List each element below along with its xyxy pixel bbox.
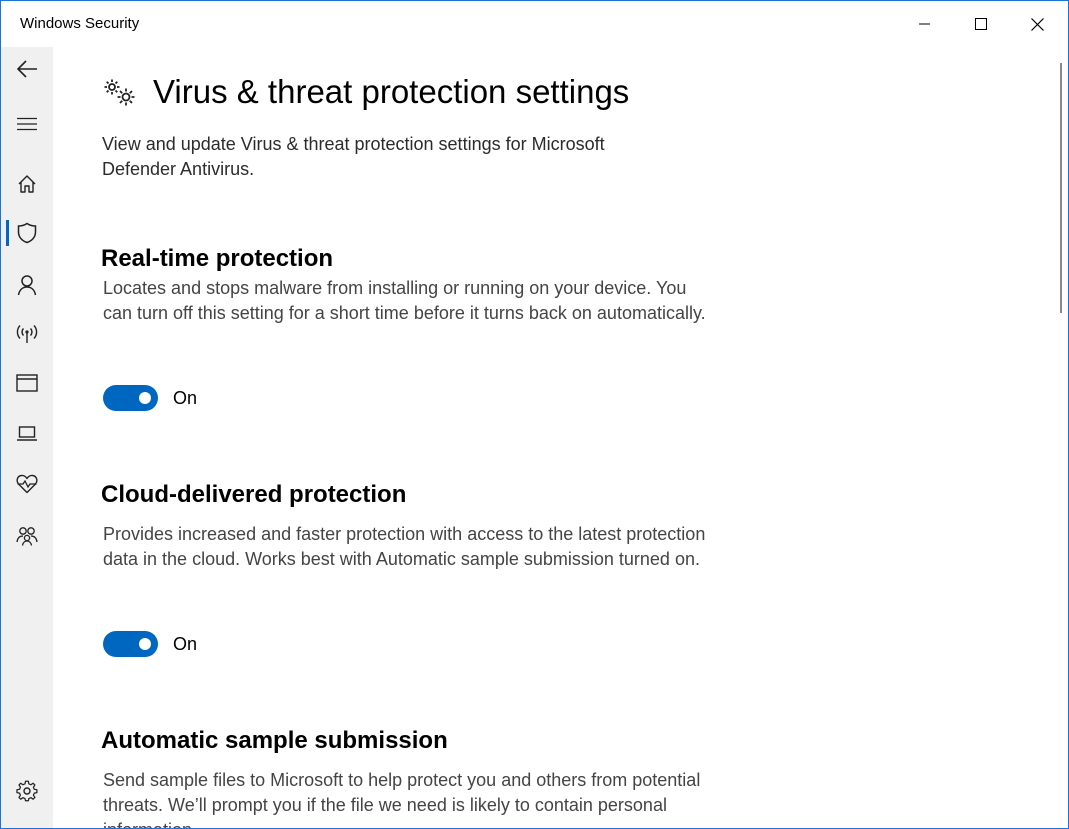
page-title: Virus & threat protection settings <box>153 73 630 110</box>
cloud-delivered-protection-toggle[interactable] <box>103 631 158 657</box>
browser-window-icon <box>16 374 38 392</box>
toggle-knob <box>139 638 151 650</box>
maximize-button[interactable] <box>952 1 1009 47</box>
minimize-button[interactable] <box>896 1 953 47</box>
back-button[interactable] <box>1 49 53 89</box>
close-icon <box>1031 17 1044 31</box>
real-time-protection-toggle[interactable] <box>103 385 158 411</box>
sidebar-item-settings[interactable] <box>1 771 53 811</box>
maximize-icon <box>974 18 987 30</box>
section-description-real-time-protection: Locates and stops malware from installin… <box>103 278 706 323</box>
person-icon <box>17 275 37 296</box>
wireless-icon <box>16 325 38 343</box>
gear-icon <box>16 780 38 802</box>
back-arrow-icon <box>16 60 37 78</box>
section-title-cloud-delivered-protection: Cloud-delivered protection <box>101 481 407 508</box>
real-time-protection-toggle-label: On <box>173 388 198 408</box>
sidebar-item-family-options[interactable] <box>1 516 53 556</box>
section-description-automatic-sample-submission: Send sample files to Microsoft to help p… <box>103 770 701 828</box>
home-icon <box>18 175 36 193</box>
main-content: Virus & threat protection settings View … <box>53 47 1058 828</box>
app-window: Windows Security Virus & threat protecti… <box>0 0 1069 829</box>
sidebar-item-app-browser-control[interactable] <box>1 363 53 403</box>
sidebar-item-virus-threat-protection[interactable] <box>1 213 53 253</box>
sidebar-item-firewall-network[interactable] <box>1 314 53 354</box>
heart-pulse-icon <box>16 474 38 494</box>
menu-button[interactable] <box>1 104 53 144</box>
section-description-cloud-delivered-protection: Provides increased and faster protection… <box>103 524 706 569</box>
hamburger-icon <box>17 117 37 131</box>
laptop-icon <box>17 426 37 441</box>
toggle-knob <box>139 392 151 404</box>
family-icon <box>16 527 38 546</box>
close-button[interactable] <box>1009 1 1066 47</box>
sidebar-item-device-performance-health[interactable] <box>1 464 53 504</box>
section-title-automatic-sample-submission: Automatic sample submission <box>101 727 448 754</box>
sidebar-item-device-security[interactable] <box>1 414 53 454</box>
page-description: View and update Virus & threat protectio… <box>102 134 605 179</box>
window-title: Windows Security <box>20 15 140 32</box>
settings-gears-icon <box>104 79 135 106</box>
cloud-delivered-protection-toggle-label: On <box>173 634 198 654</box>
minimize-icon <box>918 23 930 25</box>
shield-icon <box>17 222 37 244</box>
sidebar-item-account-protection[interactable] <box>1 265 53 305</box>
sidebar-item-home[interactable] <box>1 164 53 204</box>
sidebar <box>1 47 53 828</box>
title-bar: Windows Security <box>1 1 1068 47</box>
scrollbar-thumb[interactable] <box>1060 63 1062 313</box>
section-title-real-time-protection: Real-time protection <box>101 245 334 272</box>
